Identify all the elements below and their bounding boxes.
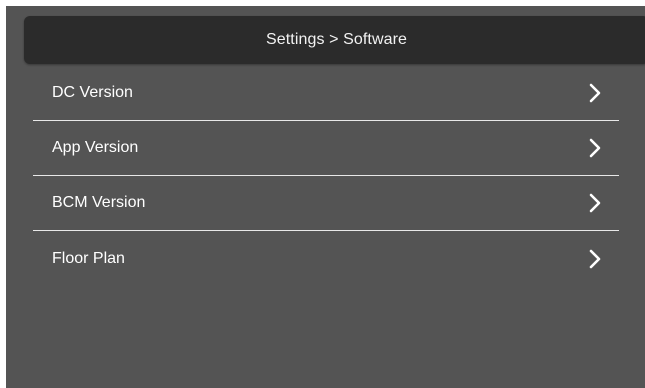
breadcrumb-title: Settings > Software	[265, 31, 408, 48]
chevron-right-icon[interactable]	[585, 83, 605, 103]
menu-item-label: App Version	[52, 139, 139, 156]
settings-panel: Settings > Software DC Version App Versi…	[6, 6, 645, 388]
menu-item-label: DC Version	[52, 84, 133, 101]
chevron-right-icon[interactable]	[585, 138, 605, 158]
chevron-right-icon[interactable]	[585, 249, 605, 269]
menu-item-label: BCM Version	[52, 194, 146, 211]
menu-item-label: Floor Plan	[52, 249, 125, 267]
chevron-right-icon[interactable]	[585, 193, 605, 213]
menu-item-floor-plan[interactable]: Floor Plan	[33, 231, 619, 286]
menu-item-dc-version[interactable]: DC Version	[33, 66, 619, 121]
software-menu: DC Version App Version BCM Version Floor…	[33, 66, 619, 286]
menu-item-bcm-version[interactable]: BCM Version	[33, 176, 619, 231]
header-bar: Settings > Software	[24, 16, 645, 64]
menu-item-app-version[interactable]: App Version	[33, 121, 619, 176]
